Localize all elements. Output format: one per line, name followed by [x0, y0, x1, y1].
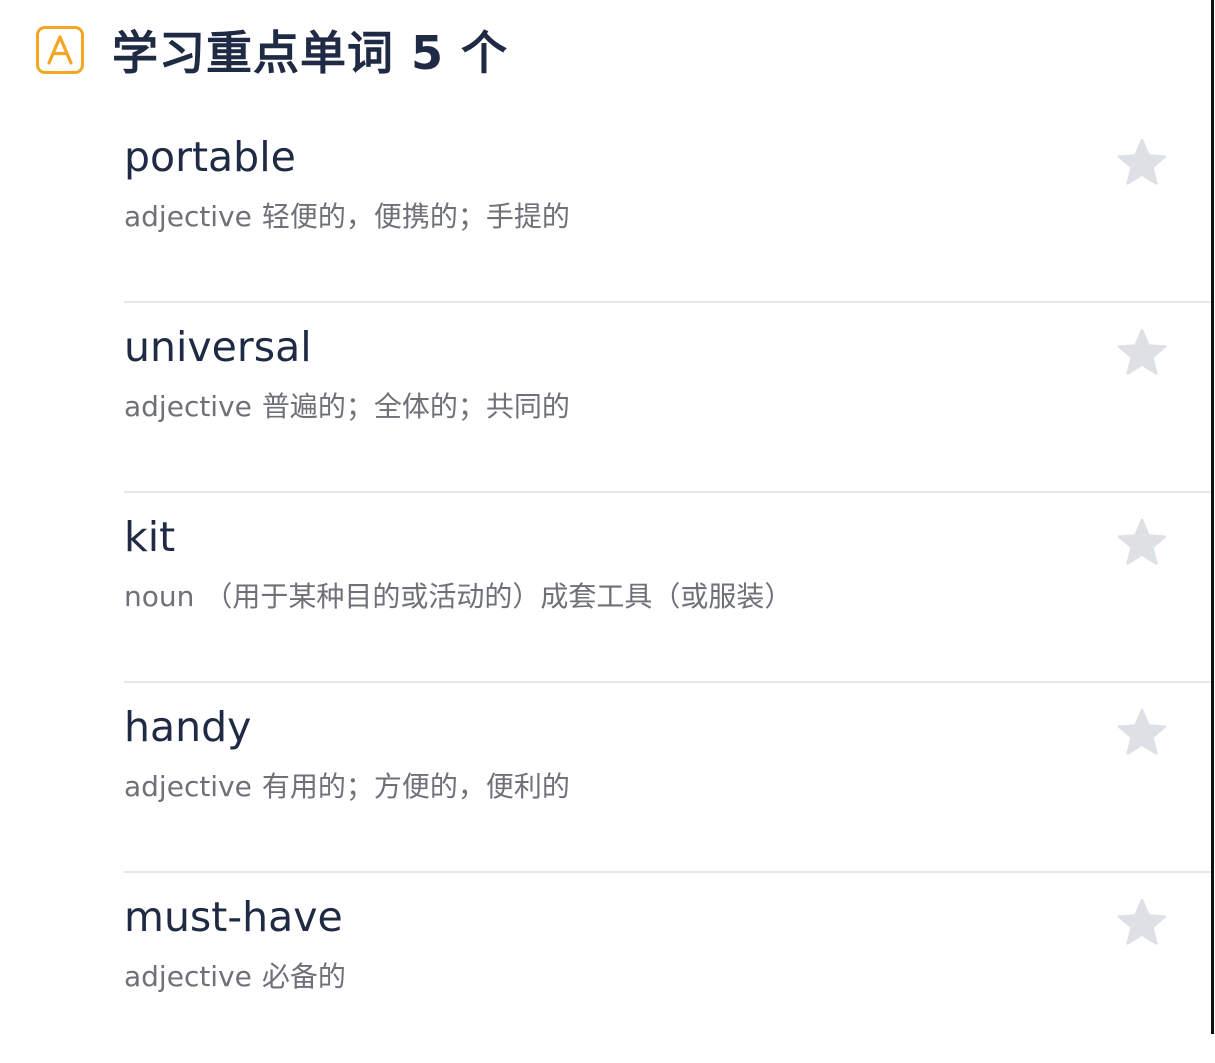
word-text: universal [124, 323, 312, 371]
definition-text: 有用的；方便的，便利的 [261, 770, 570, 803]
word-text: portable [124, 133, 296, 181]
definition-text: 普遍的；全体的；共同的 [261, 390, 570, 423]
part-of-speech: adjective [124, 200, 252, 233]
definition-text: 必备的 [261, 960, 346, 993]
star-icon[interactable] [1116, 707, 1168, 759]
letter-a-icon [36, 26, 84, 74]
part-of-speech: adjective [124, 390, 252, 423]
definition-text: （用于某种目的或活动的）成套工具（或服装） [204, 580, 793, 613]
word-row-universal: universal adjective 普遍的；全体的；共同的 [124, 303, 1211, 493]
definition-text: 轻便的，便携的；手提的 [261, 200, 570, 233]
word-definition: noun （用于某种目的或活动的）成套工具（或服装） [124, 579, 792, 615]
word-definition: adjective 必备的 [124, 959, 346, 995]
word-text: must-have [124, 893, 343, 941]
word-row-handy: handy adjective 有用的；方便的，便利的 [124, 683, 1211, 873]
part-of-speech: noun [124, 580, 195, 613]
section-title: 学习重点单词 5 个 [112, 26, 509, 80]
star-icon[interactable] [1116, 517, 1168, 569]
word-text: handy [124, 703, 252, 751]
word-row-must-have: must-have adjective 必备的 [124, 873, 1211, 1063]
vocabulary-panel: 学习重点单词 5 个 portable adjective 轻便的，便携的；手提的… [0, 0, 1214, 1034]
part-of-speech: adjective [124, 960, 252, 993]
word-definition: adjective 普遍的；全体的；共同的 [124, 389, 570, 425]
star-icon[interactable] [1116, 897, 1168, 949]
word-row-kit: kit noun （用于某种目的或活动的）成套工具（或服装） [124, 493, 1211, 683]
word-row-portable: portable adjective 轻便的，便携的；手提的 [124, 113, 1211, 303]
word-definition: adjective 轻便的，便携的；手提的 [124, 199, 570, 235]
word-definition: adjective 有用的；方便的，便利的 [124, 769, 570, 805]
star-icon[interactable] [1116, 137, 1168, 189]
word-text: kit [124, 513, 176, 561]
part-of-speech: adjective [124, 770, 252, 803]
star-icon[interactable] [1116, 327, 1168, 379]
word-list: portable adjective 轻便的，便携的；手提的 universal … [124, 113, 1211, 1063]
section-header: 学习重点单词 5 个 [36, 20, 508, 80]
